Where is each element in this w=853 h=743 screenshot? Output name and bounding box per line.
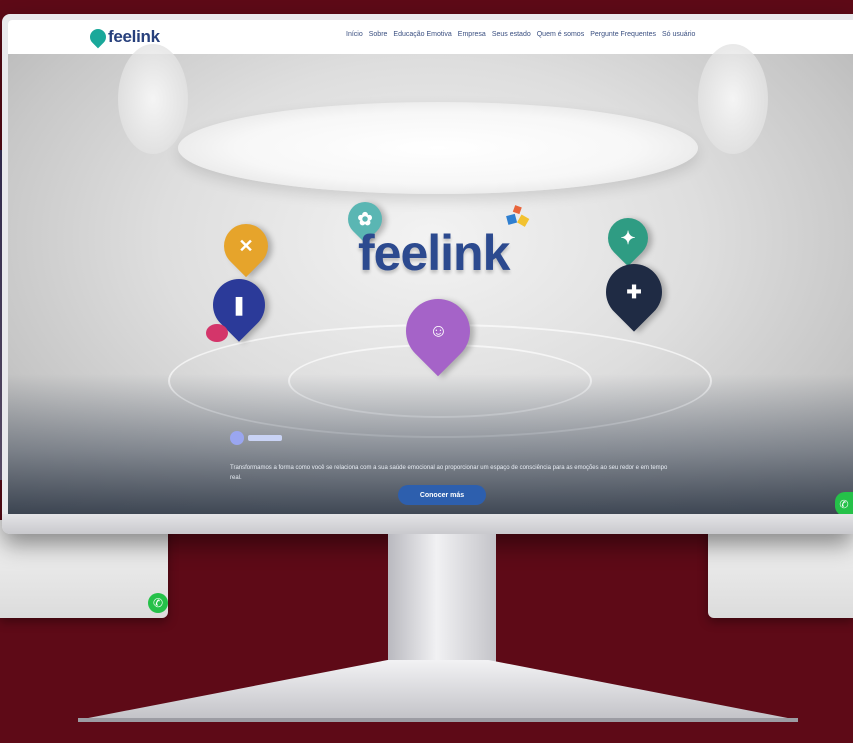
partner-logo-icon: [230, 431, 244, 445]
menu-item-estado[interactable]: Seus estado: [492, 31, 531, 38]
hero-section: ✕ ❚ ✿ feelink ☺ ✦ ✚ Transformamos a form…: [8, 44, 853, 514]
emotion-pin-green-icon: ✦: [599, 209, 657, 267]
menu-item-empresa[interactable]: Empresa: [458, 31, 486, 38]
monitor-stand-edge: [78, 718, 798, 722]
learn-more-button[interactable]: Conocer más: [398, 485, 486, 505]
logo-pin-icon: [86, 25, 110, 49]
partner-logo: [230, 431, 282, 445]
ceiling-light-ring: [178, 102, 698, 194]
ceiling-decoration: [118, 44, 188, 154]
menu-item-faq[interactable]: Pergunte Frequentes: [590, 31, 656, 38]
background-monitor-right: [708, 520, 853, 618]
menu-item-usuario[interactable]: Só usuário: [662, 31, 695, 38]
monitor-bezel-bottom: [2, 514, 853, 534]
menu-item-inicio[interactable]: Início: [346, 31, 363, 38]
menu-item-sobre[interactable]: Sobre: [369, 31, 388, 38]
main-menu: Início Sobre Educação Emotiva Empresa Se…: [346, 31, 695, 38]
partner-logo-wordmark: [248, 435, 282, 441]
website-screen: feelink Início Sobre Educação Emotiva Em…: [8, 20, 853, 514]
whatsapp-float-icon[interactable]: ✆: [835, 492, 853, 514]
emotion-pin-orange-icon: ✕: [214, 214, 278, 278]
monitor-stand-base: [78, 660, 798, 720]
menu-item-educacion[interactable]: Educação Emotiva: [393, 31, 451, 38]
ceiling-decoration: [698, 44, 768, 154]
whatsapp-icon: ✆: [148, 593, 168, 613]
emotion-pin-dark-icon: ✚: [594, 252, 674, 332]
heart-icon: [206, 324, 228, 342]
hero-description: Transformamos a forma como você se relac…: [230, 465, 668, 481]
sparkle-icon: [506, 205, 530, 227]
hero-brand-logo: feelink: [358, 225, 510, 281]
menu-item-quienes[interactable]: Quem é somos: [537, 31, 584, 38]
background-monitor-left: [0, 520, 168, 618]
monitor: feelink Início Sobre Educação Emotiva Em…: [2, 14, 853, 534]
